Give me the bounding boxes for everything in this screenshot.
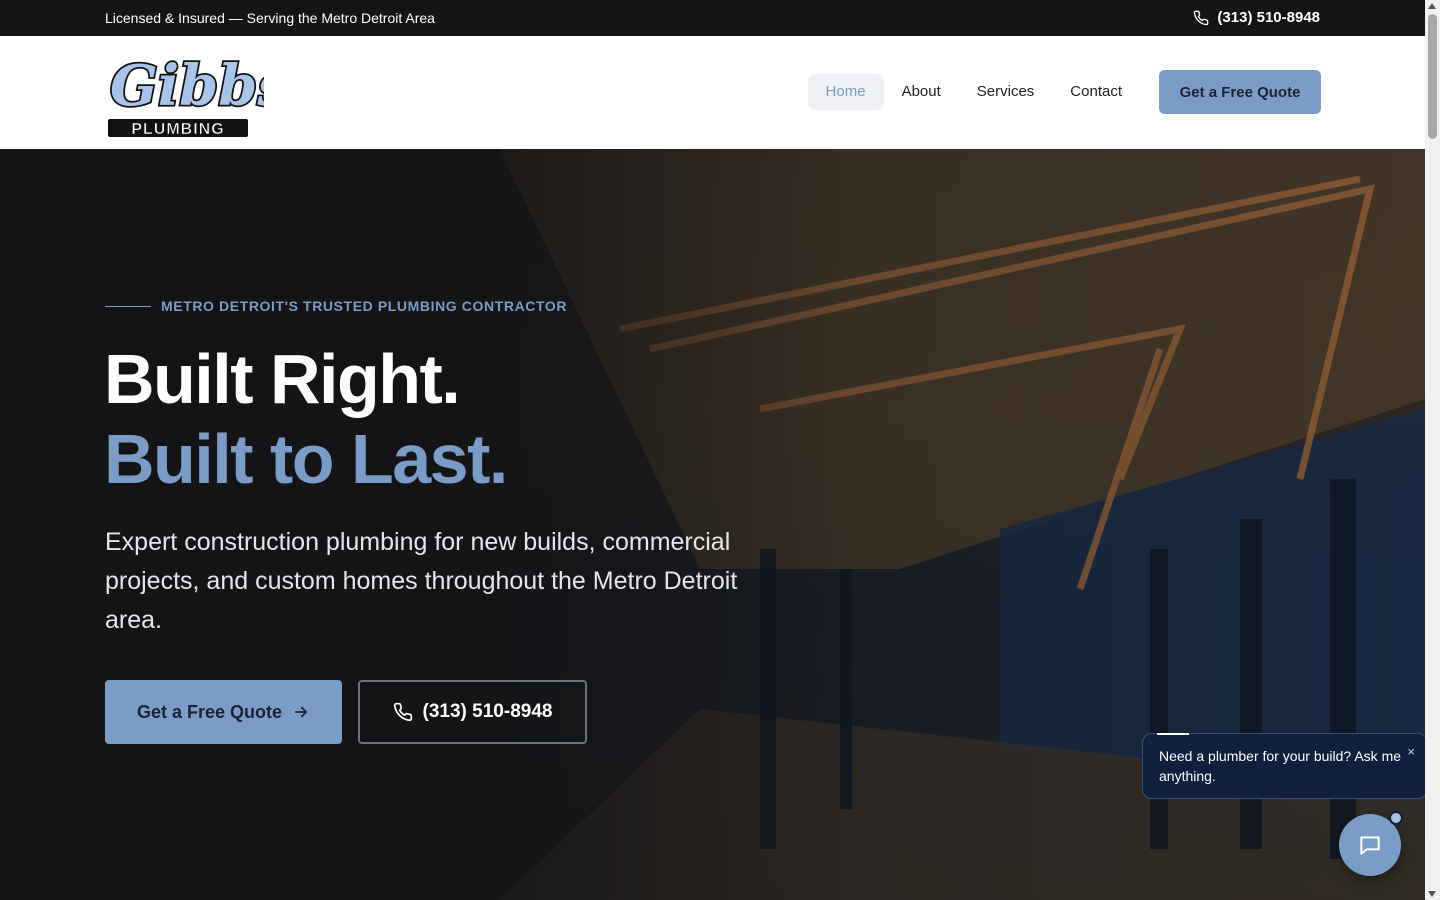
- scroll-up-arrow[interactable]: [1428, 3, 1436, 9]
- hero-lead-text: Expert construction plumbing for new bui…: [105, 528, 738, 634]
- scroll-down-arrow[interactable]: [1428, 891, 1436, 897]
- hero-quote-button[interactable]: Get a Free Quote: [105, 680, 342, 744]
- chat-notification-dot: [1389, 811, 1403, 825]
- chat-popup-accent: [1157, 733, 1189, 735]
- phone-icon: [393, 702, 412, 722]
- eyebrow-text: METRO DETROIT'S TRUSTED PLUMBING CONTRAC…: [161, 298, 568, 314]
- chat-icon: [1360, 836, 1380, 855]
- main-nav: Home About Services Contact: [807, 74, 1140, 110]
- nav-item-services[interactable]: Services: [959, 74, 1053, 110]
- top-bar-phone-link[interactable]: (313) 510-8948: [1193, 9, 1320, 26]
- page-scrollbar[interactable]: [1425, 0, 1440, 900]
- hero-headline-line-1: Built Right.: [104, 340, 461, 418]
- chat-prompt-popup[interactable]: Need a plumber for your build? Ask me an…: [1142, 733, 1428, 799]
- nav-item-about[interactable]: About: [884, 74, 959, 110]
- chat-prompt-text: Need a plumber for your build? Ask me an…: [1159, 748, 1402, 784]
- hero-phone-label: (313) 510-8948: [422, 701, 553, 722]
- top-bar-tagline: Licensed & Insured — Serving the Metro D…: [105, 10, 435, 26]
- eyebrow-line: [105, 305, 151, 307]
- top-bar: Licensed & Insured — Serving the Metro D…: [0, 0, 1425, 36]
- hero-headline-line-2: Built to Last.: [104, 420, 508, 498]
- scrollbar-thumb[interactable]: [1428, 14, 1437, 139]
- arrow-right-icon: [294, 706, 308, 718]
- hero-eyebrow: METRO DETROIT'S TRUSTED PLUMBING CONTRAC…: [105, 298, 567, 314]
- logo-script-text: Gibbs: [110, 53, 264, 119]
- site-header: Gibbs PLUMBING Home About Services Conta…: [0, 36, 1425, 149]
- close-icon[interactable]: ×: [1407, 742, 1415, 762]
- nav-item-home[interactable]: Home: [807, 74, 884, 110]
- hero-phone-button[interactable]: (313) 510-8948: [358, 680, 587, 744]
- gibbs-plumbing-logo[interactable]: Gibbs PLUMBING: [104, 45, 264, 141]
- nav-item-contact[interactable]: Contact: [1052, 74, 1140, 110]
- logo-sub-text: PLUMBING: [131, 121, 224, 138]
- hero-quote-label: Get a Free Quote: [136, 701, 283, 722]
- phone-icon: [1194, 10, 1209, 25]
- header-quote-button[interactable]: Get a Free Quote: [1159, 70, 1321, 114]
- top-bar-phone-text: (313) 510-8948: [1217, 9, 1320, 26]
